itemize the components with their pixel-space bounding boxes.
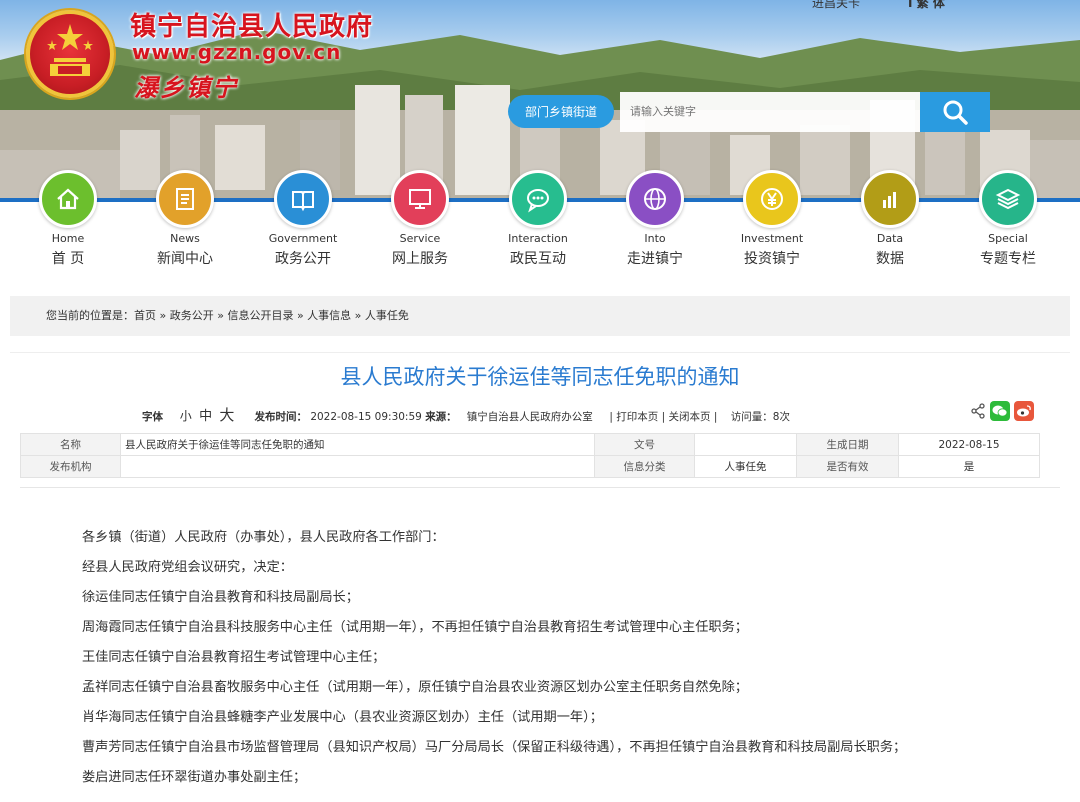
nav-item-into[interactable]: Into 走进镇宁 (600, 170, 710, 268)
article-body: 各乡镇（街道）人民政府（办事处），县人民政府各工作部门： 经县人民政府党组会议研… (82, 523, 906, 793)
article-meta: 字体 小 中 大 发布时间： 2022-08-15 09:30:59 来源： 镇… (142, 404, 790, 425)
doc-no-label: 文号 (594, 433, 695, 456)
publish-time: 2022-08-15 09:30:59 (310, 411, 422, 423)
nav-item-service[interactable]: Service 网上服务 (365, 170, 475, 268)
info-table: 名称 县人民政府关于徐运佳等同志任免职的通知 文号 生成日期 2022-08-1… (20, 433, 1040, 478)
breadcrumb[interactable]: 您当前的位置是：首页 » 政务公开 » 信息公开目录 » 人事信息 » 人事任免 (10, 296, 1070, 336)
home-icon (39, 170, 97, 228)
doc-no-value (694, 433, 797, 456)
nav-label-cn: 首 页 (51, 251, 85, 267)
nav-item-home[interactable]: Home 首 页 (13, 170, 123, 268)
wechat-icon[interactable] (990, 401, 1010, 421)
site-title: 镇宁自治县人民政府 (130, 12, 374, 42)
body-paragraph: 娄启进同志任环翠街道办事处副主任； (82, 770, 307, 785)
nav-item-investment[interactable]: Investment 投资镇宁 (717, 170, 827, 268)
source: 镇宁自治县人民政府办公室 (466, 411, 593, 423)
category-label: 信息分类 (594, 455, 695, 478)
search-bar: 部门乡镇街道 (508, 92, 990, 132)
top-link-login[interactable]: 进昌关卡 (812, 0, 860, 11)
news-icon (156, 170, 214, 228)
site-url: www.gzzn.gov.cn (132, 40, 342, 64)
nav-label-en: Special (988, 232, 1028, 245)
close-link[interactable]: 关闭本页 | (669, 411, 718, 423)
search-button[interactable] (920, 92, 990, 132)
article: 县人民政府关于徐运佳等同志任免职的通知 字体 小 中 大 发布时间： 2022-… (10, 352, 1070, 802)
body-paragraph: 周海霞同志任镇宁自治县科技服务中心主任（试用期一年），不再担任镇宁自治县教育招生… (82, 620, 748, 635)
body-paragraph: 王佳同志任镇宁自治县教育招生考试管理中心主任； (82, 650, 386, 665)
font-small-button[interactable]: 小 (180, 409, 192, 423)
chat-icon (509, 170, 567, 228)
date-value: 2022-08-15 (898, 433, 1040, 456)
nav-label-cn: 走进镇宁 (627, 251, 683, 267)
nav-item-data[interactable]: Data 数据 (835, 170, 945, 268)
visit-count: 访问量：8次 (730, 411, 790, 423)
site-slogan: 瀑乡镇宁 (134, 73, 238, 102)
share-bar (970, 401, 1034, 421)
layers-icon (979, 170, 1037, 228)
search-icon (943, 100, 968, 125)
valid-value: 是 (898, 455, 1040, 478)
nav-label-en: Investment (740, 232, 804, 245)
search-input[interactable] (620, 92, 920, 132)
main-nav: Home 首 页 News 新闻中心 Government 政务公开 Servi… (0, 170, 1080, 280)
nav-item-government[interactable]: Government 政务公开 (248, 170, 358, 268)
body-paragraph: 曹声芳同志任镇宁自治县市场监督管理局（县知识产权局）马厂分局局长（保留正科级待遇… (82, 740, 907, 755)
body-paragraph: 经县人民政府党组会议研究，决定： (82, 560, 293, 575)
category-value: 人事任免 (694, 455, 797, 478)
body-paragraph: 各乡镇（街道）人民政府（办事处），县人民政府各工作部门： (82, 530, 445, 545)
nav-label-en: Interaction (508, 232, 568, 245)
nav-label-en: Service (399, 232, 441, 245)
nav-label-cn: 新闻中心 (157, 251, 213, 267)
valid-label: 是否有效 (796, 455, 899, 478)
article-title: 县人民政府关于徐运佳等同志任免职的通知 (340, 365, 740, 389)
name-label: 名称 (20, 433, 121, 456)
nav-label-en: Government (268, 232, 338, 245)
body-paragraph: 孟祥同志任镇宁自治县畜牧服务中心主任（试用期一年），原任镇宁自治县农业资源区划办… (82, 680, 748, 695)
nav-label-en: Data (876, 232, 904, 245)
publisher-value (120, 455, 595, 478)
nav-label-cn: 投资镇宁 (744, 251, 800, 267)
dept-town-button[interactable]: 部门乡镇街道 (508, 95, 614, 128)
nav-label-cn: 网上服务 (392, 251, 448, 267)
nav-label-en: Into (644, 232, 666, 245)
top-link-traditional[interactable]: I 繁 体 (908, 0, 945, 11)
nav-item-special[interactable]: Special 专题专栏 (953, 170, 1063, 268)
nav-item-news[interactable]: News 新闻中心 (130, 170, 240, 268)
bar-chart-icon (861, 170, 919, 228)
nav-label-cn: 政务公开 (275, 251, 331, 267)
font-medium-button[interactable]: 中 (199, 409, 212, 424)
nav-label-cn: 政民互动 (510, 251, 566, 267)
font-large-button[interactable]: 大 (219, 406, 234, 424)
national-emblem-icon (26, 10, 114, 98)
source-label: 来源： (425, 411, 457, 423)
divider (20, 487, 1060, 488)
weibo-icon[interactable] (1014, 401, 1034, 421)
nav-label-cn: 数据 (876, 251, 904, 267)
body-paragraph: 徐运佳同志任镇宁自治县教育和科技局副局长； (82, 590, 359, 605)
print-link[interactable]: | 打印本页 | (609, 411, 665, 423)
nav-label-cn: 专题专栏 (980, 251, 1036, 267)
yen-icon (743, 170, 801, 228)
publish-label: 发布时间： (254, 411, 307, 423)
book-icon (274, 170, 332, 228)
nav-item-interaction[interactable]: Interaction 政民互动 (483, 170, 593, 268)
font-size-label: 字体 (142, 411, 163, 423)
nav-label-en: Home (51, 232, 85, 245)
date-label: 生成日期 (796, 433, 899, 456)
name-value: 县人民政府关于徐运佳等同志任免职的通知 (120, 433, 595, 456)
monitor-icon (391, 170, 449, 228)
share-icon[interactable] (970, 403, 986, 419)
body-paragraph: 肖华海同志任镇宁自治县蜂糖李产业发展中心（县农业资源区划办）主任（试用期一年）； (82, 710, 603, 725)
nav-label-en: News (170, 232, 200, 245)
publisher-label: 发布机构 (20, 455, 121, 478)
globe-icon (626, 170, 684, 228)
